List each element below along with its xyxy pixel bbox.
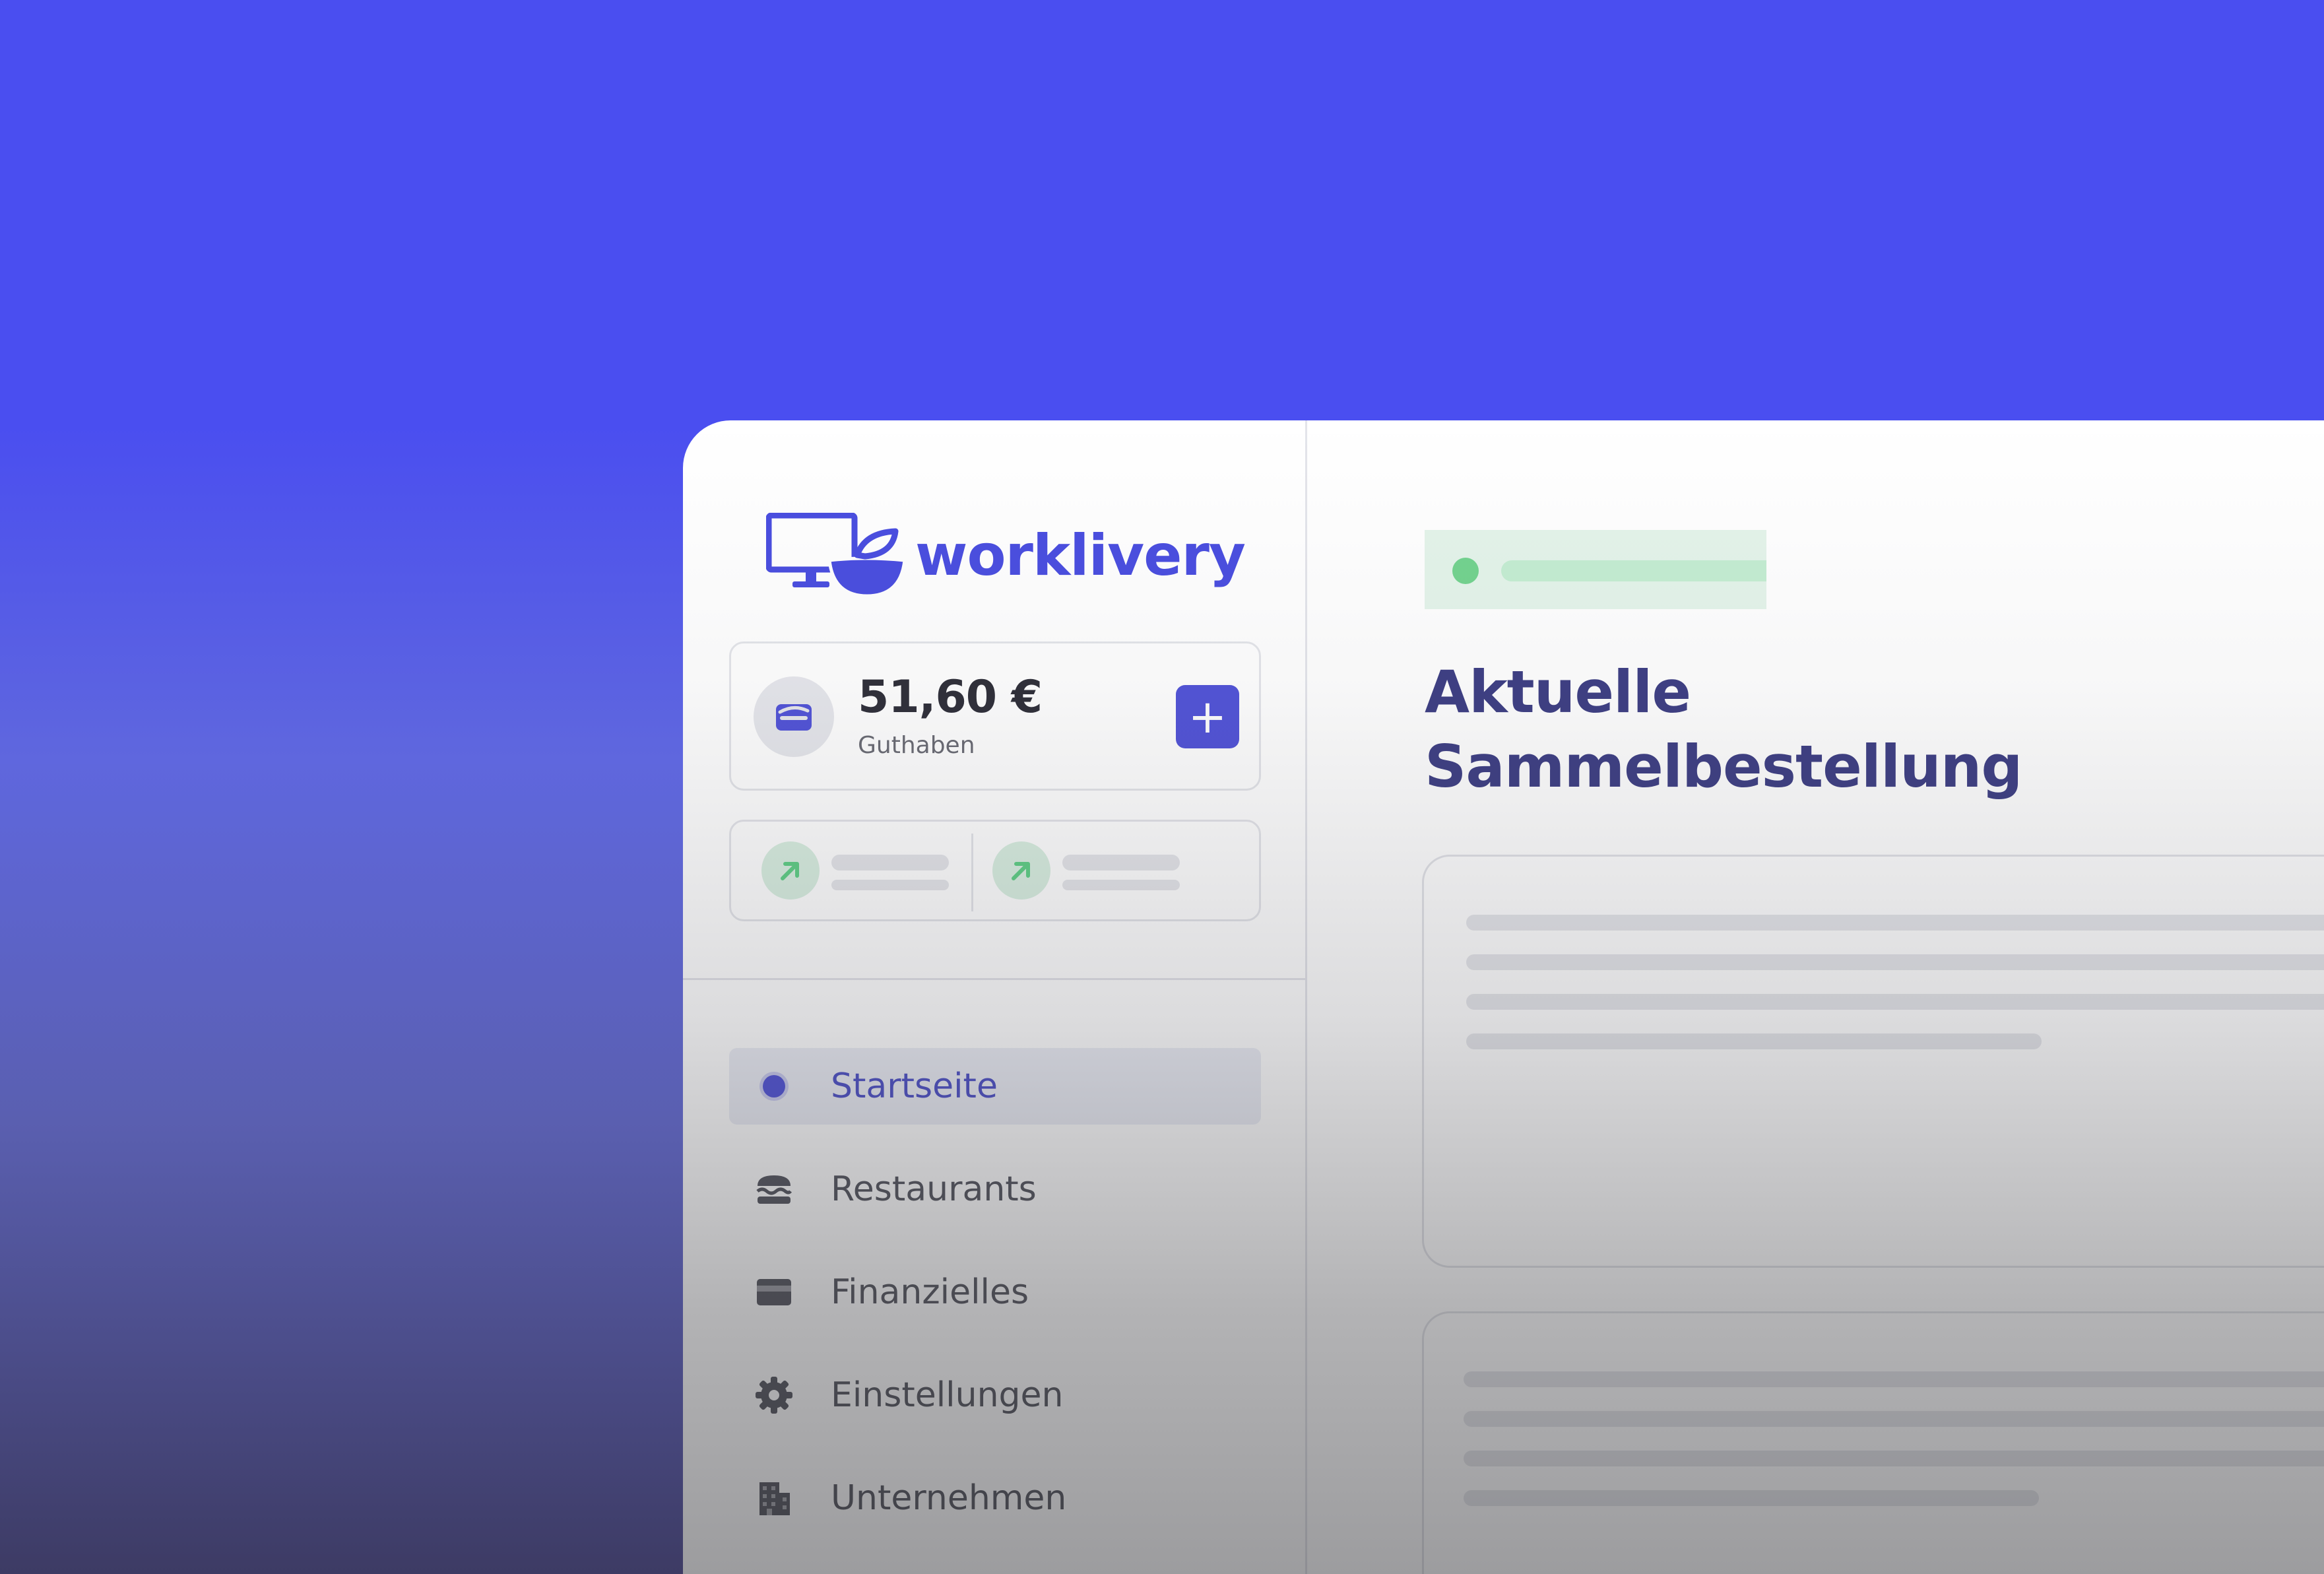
nav-item-restaurants[interactable]: Restaurants <box>729 1151 1261 1228</box>
skeleton-line <box>1466 915 2324 931</box>
app-window: worklivery 51,60 € Guthaben + Startseite… <box>683 420 2324 1574</box>
monitor-bowl-logo-icon <box>766 513 906 598</box>
stat-item <box>761 841 986 902</box>
main-content: Aktuelle Sammelbestellung <box>1307 420 2324 1574</box>
sidebar-divider <box>683 978 1307 980</box>
nav-item-unternehmen[interactable]: Unternehmen <box>729 1460 1261 1536</box>
stat-skeleton-line <box>831 855 949 870</box>
nav-item-startseite[interactable]: Startseite <box>729 1048 1261 1125</box>
nav-item-einstellungen[interactable]: Einstellungen <box>729 1357 1261 1433</box>
skeleton-line <box>1464 1451 2324 1466</box>
skeleton-line <box>1464 1490 2039 1506</box>
nav-label: Startseite <box>831 1066 998 1106</box>
stats-card <box>729 820 1261 921</box>
brand-name: worklivery <box>915 523 1246 589</box>
stat-skeleton-line <box>1062 880 1180 890</box>
stats-divider <box>971 834 973 911</box>
stat-skeleton-line <box>831 880 949 890</box>
skeleton-line <box>1464 1371 2324 1387</box>
balance-label: Guthaben <box>858 732 975 759</box>
balance-card: 51,60 € Guthaben + <box>729 641 1261 791</box>
skeleton-line <box>1464 1411 2324 1427</box>
wallet-icon <box>754 676 834 757</box>
plus-icon: + <box>1188 690 1227 744</box>
status-dot-icon <box>1452 558 1479 584</box>
credit-card-icon <box>754 1272 794 1312</box>
status-skeleton-line <box>1501 560 1766 581</box>
brand-logo[interactable]: worklivery <box>766 513 1246 599</box>
nav-item-finanzielles[interactable]: Finanzielles <box>729 1254 1261 1330</box>
burger-icon <box>754 1169 794 1209</box>
skeleton-line <box>1466 954 2324 970</box>
nav-label: Einstellungen <box>831 1375 1064 1415</box>
stat-item <box>992 841 1217 902</box>
stat-skeleton-line <box>1062 855 1180 870</box>
nav-label: Restaurants <box>831 1169 1037 1209</box>
order-card[interactable] <box>1422 855 2324 1268</box>
skeleton-line <box>1466 994 2324 1010</box>
building-icon <box>754 1478 794 1518</box>
page-title-line2: Sammelbestellung <box>1425 733 2022 801</box>
sidebar: worklivery 51,60 € Guthaben + Startseite… <box>683 420 1307 1574</box>
page-title: Aktuelle Sammelbestellung <box>1425 655 2216 804</box>
home-dot-icon <box>754 1066 794 1106</box>
nav-label: Unternehmen <box>831 1478 1067 1518</box>
page-title-line1: Aktuelle <box>1425 658 1691 726</box>
status-banner <box>1425 530 1766 609</box>
balance-amount: 51,60 € <box>858 671 1043 723</box>
order-card[interactable] <box>1422 1311 2324 1574</box>
arrow-up-right-icon <box>992 841 1050 900</box>
add-balance-button[interactable]: + <box>1176 685 1239 748</box>
gear-icon <box>754 1375 794 1415</box>
arrow-up-right-icon <box>761 841 820 900</box>
skeleton-line <box>1466 1033 2042 1049</box>
nav-label: Finanzielles <box>831 1272 1029 1312</box>
